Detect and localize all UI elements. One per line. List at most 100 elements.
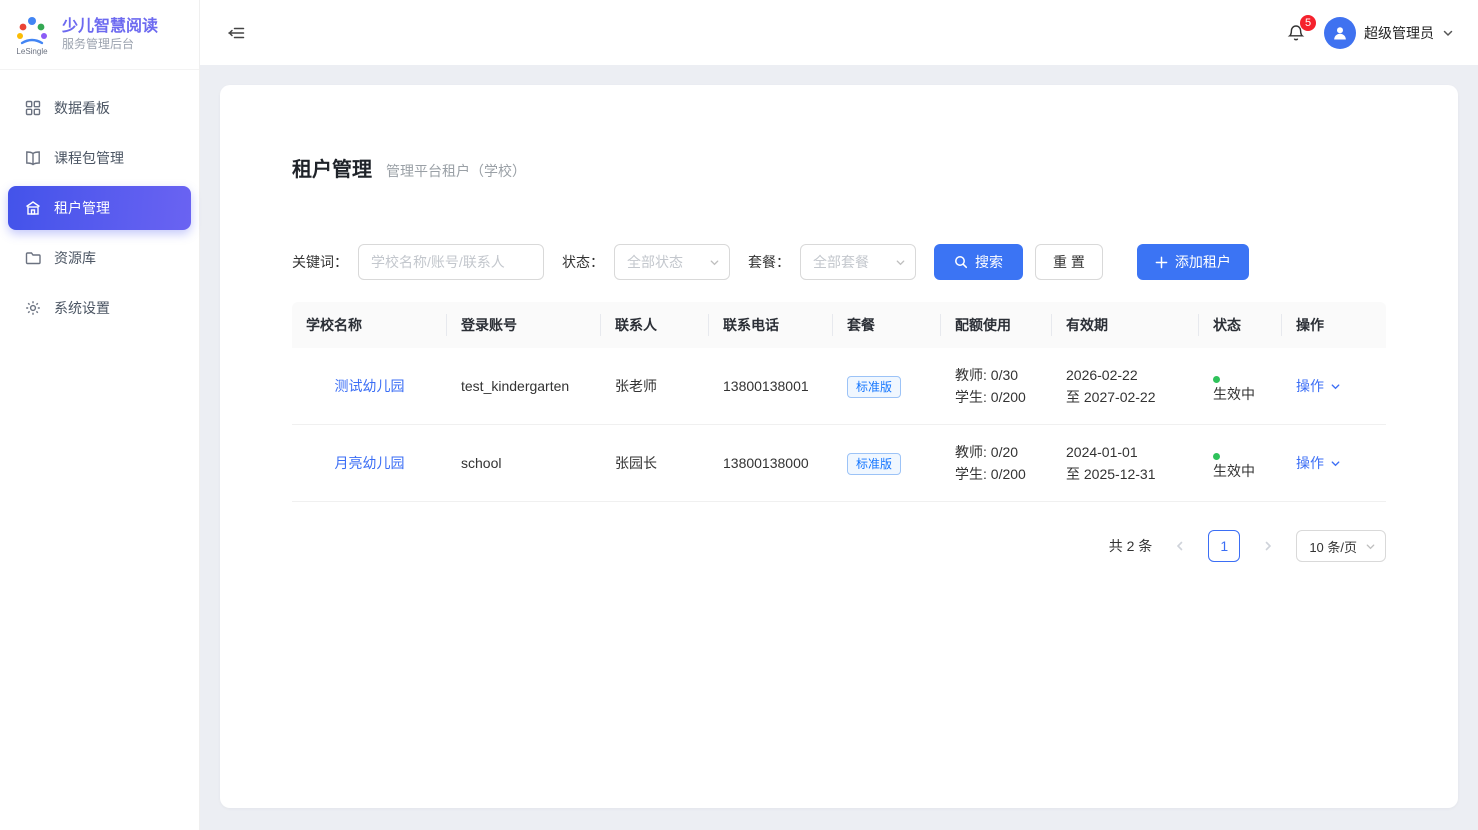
phone-cell: 13800138000 (723, 455, 809, 471)
pagination-total: 共 2 条 (1109, 536, 1153, 556)
sidebar: LeSingle 少儿智慧阅读 服务管理后台 数据看板 (0, 0, 200, 830)
sidebar-item-settings[interactable]: 系统设置 (8, 286, 191, 330)
header-right: 5 超级管理员 (1284, 17, 1454, 49)
quota-teachers: 教师: 0/30 (955, 364, 1038, 386)
search-button-label: 搜索 (975, 252, 1003, 272)
search-button[interactable]: 搜索 (934, 244, 1023, 280)
sidebar-item-resources[interactable]: 资源库 (8, 236, 191, 280)
account-cell: test_kindergarten (461, 378, 569, 394)
sidebar-item-label: 数据看板 (54, 98, 110, 118)
quota-teachers: 教师: 0/20 (955, 441, 1038, 463)
validity-start: 2026-02-22 (1066, 364, 1185, 386)
col-actions: 操作 (1282, 302, 1386, 348)
page-subtitle: 管理平台租户（学校） (386, 161, 526, 181)
sidebar-item-tenants[interactable]: 租户管理 (8, 186, 191, 230)
validity-end: 至 2025-12-31 (1066, 463, 1185, 485)
col-account: 登录账号 (447, 302, 601, 348)
row-actions-dropdown[interactable]: 操作 (1296, 375, 1372, 397)
collapse-sidebar-icon[interactable] (222, 19, 250, 47)
status-dot-icon (1213, 376, 1220, 383)
notification-bell-icon[interactable]: 5 (1284, 21, 1308, 45)
status-select[interactable]: 全部状态 (614, 244, 730, 280)
col-contact: 联系人 (601, 302, 709, 348)
main-area: 5 超级管理员 (200, 0, 1478, 830)
plan-select-value: 全部套餐 (813, 252, 869, 272)
reset-button[interactable]: 重 置 (1035, 244, 1103, 280)
building-icon (24, 199, 42, 217)
table-row: 测试幼儿园 test_kindergarten 张老师 13800138001 … (292, 348, 1386, 425)
sidebar-item-label: 租户管理 (54, 198, 110, 218)
keyword-input[interactable] (358, 244, 544, 280)
plan-select[interactable]: 全部套餐 (800, 244, 916, 280)
brand-logo-icon: LeSingle (10, 13, 54, 57)
logo-subtitle: 服务管理后台 (62, 37, 158, 52)
logo-area: LeSingle 少儿智慧阅读 服务管理后台 (0, 0, 199, 70)
page-size-value: 10 条/页 (1309, 537, 1357, 556)
contact-cell: 张老师 (615, 378, 657, 394)
pagination: 共 2 条 1 10 条/页 (292, 530, 1386, 562)
page-size-select[interactable]: 10 条/页 (1296, 530, 1386, 562)
pagination-next-icon[interactable] (1254, 532, 1282, 560)
dashboard-grid-icon (24, 99, 42, 117)
plan-badge: 标准版 (847, 453, 901, 475)
logo-title: 少儿智慧阅读 (62, 17, 158, 37)
tenant-table: 学校名称 登录账号 联系人 联系电话 套餐 配额使用 有效期 状态 操作 (292, 302, 1386, 502)
plan-label: 套餐： (748, 252, 790, 272)
status-label: 状态： (562, 252, 604, 272)
avatar (1324, 17, 1356, 49)
sidebar-nav: 数据看板 课程包管理 (0, 70, 199, 346)
sidebar-item-label: 课程包管理 (54, 148, 124, 168)
col-validity: 有效期 (1052, 302, 1199, 348)
user-name: 超级管理员 (1364, 23, 1434, 43)
tenant-card: 租户管理 管理平台租户（学校） 关键词： 状态： 全部状态 套餐： (220, 85, 1458, 808)
contact-cell: 张园长 (615, 455, 657, 471)
chevron-down-icon (1330, 458, 1341, 469)
chevron-down-icon (1365, 541, 1376, 552)
status-badge: 生效中 (1213, 368, 1268, 405)
chevron-down-icon (1330, 381, 1341, 392)
brand-name: LeSingle (16, 47, 48, 56)
status-badge: 生效中 (1213, 445, 1268, 482)
top-header: 5 超级管理员 (200, 0, 1478, 65)
validity-end: 至 2027-02-22 (1066, 386, 1185, 408)
col-school: 学校名称 (292, 302, 447, 348)
validity-start: 2024-01-01 (1066, 441, 1185, 463)
chevron-down-icon (1442, 27, 1454, 39)
content-area: 租户管理 管理平台租户（学校） 关键词： 状态： 全部状态 套餐： (200, 65, 1478, 830)
gear-icon (24, 299, 42, 317)
phone-cell: 13800138001 (723, 378, 809, 394)
row-actions-dropdown[interactable]: 操作 (1296, 452, 1372, 474)
user-menu[interactable]: 超级管理员 (1324, 17, 1454, 49)
pagination-prev-icon[interactable] (1166, 532, 1194, 560)
pagination-page-1[interactable]: 1 (1208, 530, 1240, 562)
col-status: 状态 (1199, 302, 1282, 348)
filter-bar: 关键词： 状态： 全部状态 套餐： 全部套餐 (292, 244, 1386, 280)
account-cell: school (461, 455, 501, 471)
sidebar-item-label: 资源库 (54, 248, 96, 268)
book-icon (24, 149, 42, 167)
chevron-down-icon (895, 257, 906, 268)
plan-badge: 标准版 (847, 376, 901, 398)
col-quota: 配额使用 (941, 302, 1052, 348)
table-row: 月亮幼儿园 school 张园长 13800138000 标准版 教师: 0/2… (292, 425, 1386, 502)
app-layout: LeSingle 少儿智慧阅读 服务管理后台 数据看板 (0, 0, 1478, 830)
keyword-label: 关键词： (292, 252, 348, 272)
add-tenant-label: 添加租户 (1175, 252, 1231, 272)
status-dot-icon (1213, 453, 1220, 460)
table-header: 学校名称 登录账号 联系人 联系电话 套餐 配额使用 有效期 状态 操作 (292, 302, 1386, 348)
plus-icon (1155, 256, 1168, 269)
sidebar-item-course-packages[interactable]: 课程包管理 (8, 136, 191, 180)
search-icon (954, 255, 968, 269)
page-head: 租户管理 管理平台租户（学校） (292, 153, 1386, 182)
quota-students: 学生: 0/200 (955, 463, 1038, 485)
school-link[interactable]: 测试幼儿园 (335, 378, 405, 394)
add-tenant-button[interactable]: 添加租户 (1137, 244, 1249, 280)
sidebar-item-dashboard[interactable]: 数据看板 (8, 86, 191, 130)
chevron-down-icon (709, 257, 720, 268)
folder-icon (24, 249, 42, 267)
col-plan: 套餐 (833, 302, 941, 348)
quota-students: 学生: 0/200 (955, 386, 1038, 408)
school-link[interactable]: 月亮幼儿园 (335, 455, 405, 471)
status-select-value: 全部状态 (627, 252, 683, 272)
page-title: 租户管理 (292, 153, 372, 182)
